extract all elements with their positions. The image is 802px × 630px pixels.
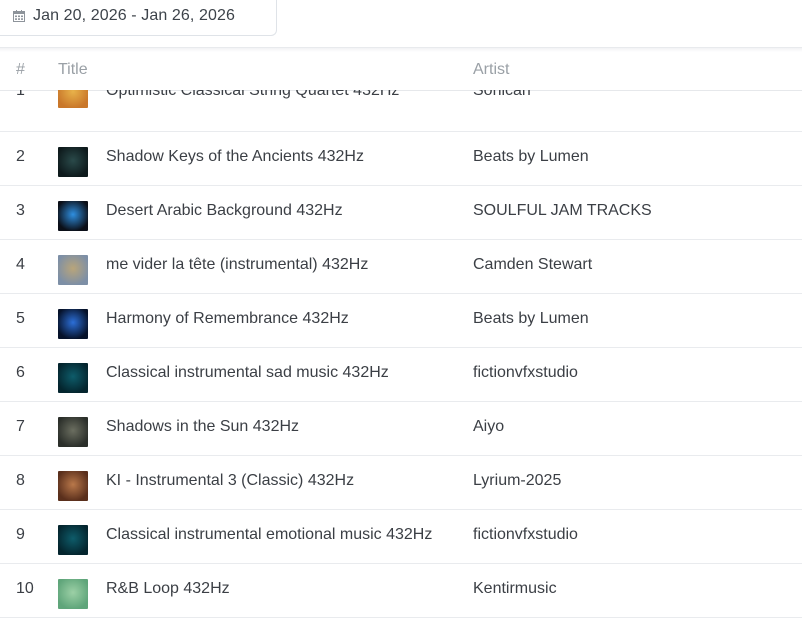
table-row[interactable]: 7 Shadows in the Sun 432Hz Aiyo bbox=[0, 402, 802, 456]
track-artist[interactable]: Kentirmusic bbox=[473, 580, 557, 598]
track-rank: 1 bbox=[16, 90, 25, 99]
album-art-thumbnail[interactable] bbox=[58, 90, 88, 108]
track-title[interactable]: Desert Arabic Background 432Hz bbox=[106, 202, 343, 220]
track-title[interactable]: Shadow Keys of the Ancients 432Hz bbox=[106, 148, 364, 166]
calendar-icon bbox=[13, 9, 25, 22]
track-artist[interactable]: Camden Stewart bbox=[473, 256, 592, 274]
table-row[interactable]: 10 R&B Loop 432Hz Kentirmusic bbox=[0, 564, 802, 618]
album-art-thumbnail[interactable] bbox=[58, 201, 88, 231]
table-row[interactable]: 4 me vider la tête (instrumental) 432Hz Ca… bbox=[0, 240, 802, 294]
track-artist[interactable]: fictionvfxstudio bbox=[473, 526, 578, 544]
track-title[interactable]: Classical instrumental sad music 432Hz bbox=[106, 364, 389, 382]
track-rank: 10 bbox=[16, 580, 34, 597]
album-art-thumbnail[interactable] bbox=[58, 309, 88, 339]
table-header: # Title Artist bbox=[0, 48, 802, 91]
track-rank: 5 bbox=[16, 310, 25, 327]
album-art-thumbnail[interactable] bbox=[58, 417, 88, 447]
table-row[interactable]: 8 KI - Instrumental 3 (Classic) 432Hz Lyri… bbox=[0, 456, 802, 510]
album-art-thumbnail[interactable] bbox=[58, 255, 88, 285]
table-row[interactable]: 9 Classical instrumental emotional music … bbox=[0, 510, 802, 564]
track-title[interactable]: Classical instrumental emotional music 4… bbox=[106, 526, 432, 544]
track-artist[interactable]: SOULFUL JAM TRACKS bbox=[473, 202, 652, 220]
album-art-thumbnail[interactable] bbox=[58, 363, 88, 393]
track-artist[interactable]: fictionvfxstudio bbox=[473, 364, 578, 382]
track-artist[interactable]: Aiyo bbox=[473, 418, 504, 436]
table-row[interactable]: 6 Classical instrumental sad music 432Hz f… bbox=[0, 348, 802, 402]
table-row[interactable]: 5 Harmony of Remembrance 432Hz Beats by Lu… bbox=[0, 294, 802, 348]
track-artist[interactable]: Beats by Lumen bbox=[473, 148, 589, 166]
table-body[interactable]: 1 Optimistic Classical String Quartet 432… bbox=[0, 90, 802, 630]
column-header-artist[interactable]: Artist bbox=[473, 61, 509, 79]
track-rank: 9 bbox=[16, 526, 25, 543]
track-rank: 4 bbox=[16, 256, 25, 273]
track-title[interactable]: KI - Instrumental 3 (Classic) 432Hz bbox=[106, 472, 354, 490]
track-rank: 2 bbox=[16, 148, 25, 165]
track-rank: 3 bbox=[16, 202, 25, 219]
track-title[interactable]: me vider la tête (instrumental) 432Hz bbox=[106, 256, 368, 274]
table-row[interactable]: 2 Shadow Keys of the Ancients 432Hz Beats … bbox=[0, 132, 802, 186]
track-artist[interactable]: Beats by Lumen bbox=[473, 310, 589, 328]
track-title[interactable]: Optimistic Classical String Quartet 432H… bbox=[106, 90, 399, 100]
tracks-table: # Title Artist 1 Optimistic Classical Str… bbox=[0, 48, 802, 618]
table-row[interactable]: 1 Optimistic Classical String Quartet 432… bbox=[0, 90, 802, 132]
column-header-title[interactable]: Title bbox=[58, 61, 88, 79]
date-range-picker[interactable]: Jan 20, 2026 - Jan 26, 2026 bbox=[0, 0, 277, 36]
track-rank: 7 bbox=[16, 418, 25, 435]
track-title[interactable]: Harmony of Remembrance 432Hz bbox=[106, 310, 349, 328]
track-rank: 8 bbox=[16, 472, 25, 489]
track-rank: 6 bbox=[16, 364, 25, 381]
track-artist[interactable]: Lyrium-2025 bbox=[473, 472, 561, 490]
track-title[interactable]: R&B Loop 432Hz bbox=[106, 580, 230, 598]
album-art-thumbnail[interactable] bbox=[58, 579, 88, 609]
column-header-rank[interactable]: # bbox=[16, 61, 25, 79]
album-art-thumbnail[interactable] bbox=[58, 147, 88, 177]
date-range-label: Jan 20, 2026 - Jan 26, 2026 bbox=[33, 6, 235, 24]
album-art-thumbnail[interactable] bbox=[58, 525, 88, 555]
track-title[interactable]: Shadows in the Sun 432Hz bbox=[106, 418, 299, 436]
toolbar: Jan 20, 2026 - Jan 26, 2026 bbox=[0, 0, 802, 48]
album-art-thumbnail[interactable] bbox=[58, 471, 88, 501]
header-shadow bbox=[0, 48, 802, 52]
table-row[interactable]: 3 Desert Arabic Background 432Hz SOULFUL J… bbox=[0, 186, 802, 240]
track-artist[interactable]: Sonican bbox=[473, 90, 531, 100]
